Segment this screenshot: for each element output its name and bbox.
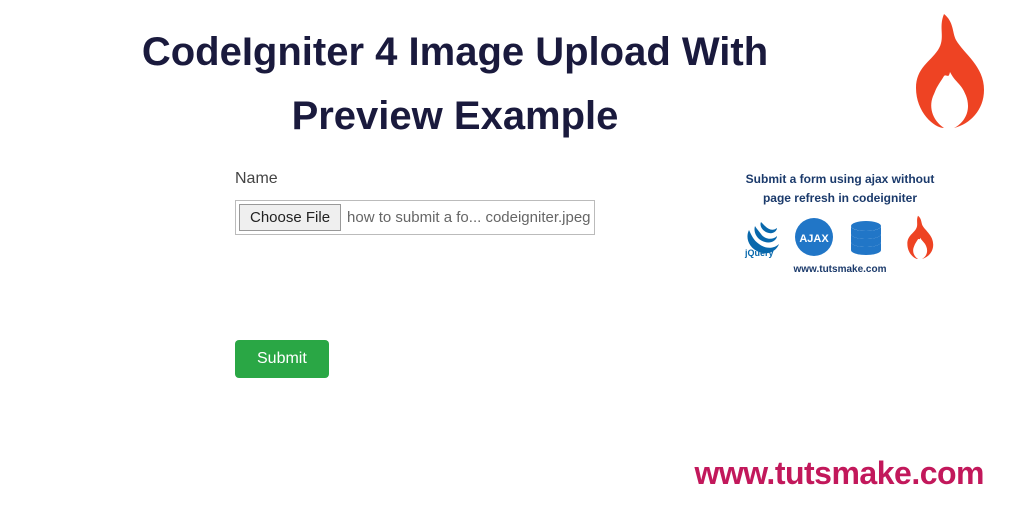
preview-heading: Submit a form using ajax without page re…: [720, 170, 960, 208]
jquery-icon: jQuery: [741, 216, 783, 258]
watermark: www.tutsmake.com: [694, 455, 984, 492]
database-icon: [845, 216, 887, 258]
choose-file-button[interactable]: Choose File: [239, 204, 341, 231]
selected-file-name: how to submit a fo... codeigniter.jpeg: [347, 209, 590, 226]
preview-icon-row: jQuery AJAX: [720, 216, 960, 258]
image-preview: Submit a form using ajax without page re…: [720, 170, 960, 275]
codeigniter-logo-icon: [894, 10, 994, 130]
upload-form: Name Choose File how to submit a fo... c…: [235, 170, 595, 235]
codeigniter-small-icon: [897, 216, 939, 258]
name-label: Name: [235, 170, 595, 188]
submit-button[interactable]: Submit: [235, 340, 329, 378]
preview-footer: www.tutsmake.com: [720, 264, 960, 275]
file-input[interactable]: Choose File how to submit a fo... codeig…: [235, 200, 595, 235]
svg-text:jQuery: jQuery: [744, 248, 774, 258]
svg-text:AJAX: AJAX: [799, 233, 829, 245]
page-title: CodeIgniter 4 Image Upload With Preview …: [90, 20, 820, 148]
ajax-icon: AJAX: [793, 216, 835, 258]
